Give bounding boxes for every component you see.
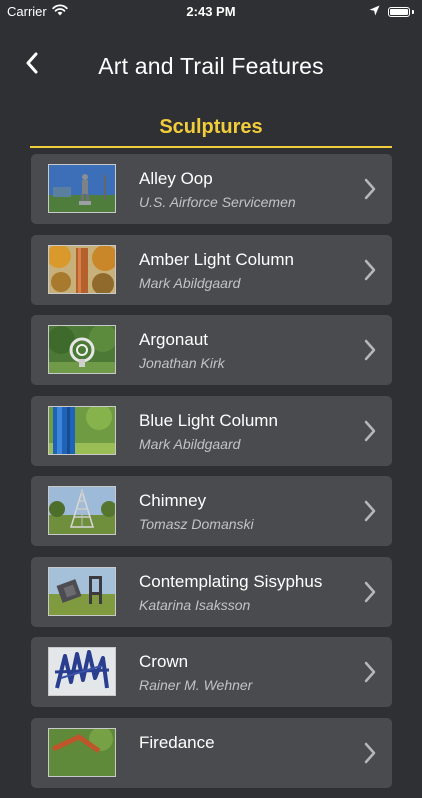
item-subtitle: Mark Abildgaard — [139, 274, 241, 291]
item-title: Contemplating Sisyphus — [139, 571, 323, 591]
list-item[interactable]: Alley Oop U.S. Airforce Servicemen — [31, 154, 392, 224]
list-item[interactable]: Amber Light Column Mark Abildgaard — [31, 234, 392, 305]
item-subtitle: Katarina Isaksson — [139, 596, 251, 613]
chevron-right-icon — [364, 178, 376, 200]
battery-tip — [412, 9, 414, 14]
list-item[interactable]: Chimney Tomasz Domanski — [31, 476, 392, 546]
page-title: Art and Trail Features — [98, 53, 324, 79]
status-right — [369, 4, 414, 19]
list-item[interactable]: Blue Light Column Mark Abildgaard — [31, 395, 392, 466]
sculpture-thumbnail — [48, 244, 116, 294]
chevron-right-icon — [364, 339, 376, 361]
sculpture-thumbnail — [48, 325, 116, 374]
list-item[interactable]: Firedance — [31, 717, 392, 788]
item-subtitle: Mark Abildgaard — [139, 435, 241, 452]
item-subtitle: Jonathan Kirk — [139, 355, 225, 371]
item-subtitle: Tomasz Domanski — [139, 516, 254, 532]
chevron-right-icon — [364, 581, 376, 602]
list-item[interactable]: Contemplating Sisyphus Katarina Isaksson — [31, 556, 392, 627]
chevron-right-icon — [364, 661, 376, 683]
item-title: Alley Oop — [139, 169, 213, 188]
nav-bar: Art and Trail Features — [0, 40, 422, 90]
item-title: Argonaut — [139, 330, 208, 349]
section-header: Sculptures — [30, 108, 392, 148]
item-subtitle: U.S. Airforce Servicemen — [139, 194, 296, 210]
item-title: Blue Light Column — [139, 410, 278, 430]
sculpture-thumbnail — [48, 405, 116, 455]
sculpture-thumbnail — [48, 486, 116, 535]
item-title: Crown — [139, 652, 189, 671]
sculpture-thumbnail — [48, 647, 116, 696]
battery-icon — [388, 6, 410, 17]
location-arrow-icon — [369, 4, 380, 19]
sculpture-list: Alley Oop U.S. Airforce Servicemen Amber… — [31, 154, 392, 798]
section-title: Sculptures — [159, 116, 263, 138]
status-bar: Carrier 2:43 PM — [0, 0, 422, 22]
battery-fill — [390, 8, 408, 15]
chevron-right-icon — [364, 259, 376, 280]
sculpture-thumbnail — [48, 164, 116, 213]
sculpture-thumbnail — [48, 566, 116, 616]
list-item[interactable]: Argonaut Jonathan Kirk — [31, 315, 392, 385]
chevron-right-icon — [364, 500, 376, 522]
item-title: Chimney — [139, 491, 207, 510]
item-subtitle: Rainer M. Wehner — [139, 677, 253, 693]
chevron-right-icon — [364, 420, 376, 441]
list-item[interactable]: Crown Rainer M. Wehner — [31, 637, 392, 707]
item-title: Amber Light Column — [139, 249, 294, 269]
status-time: 2:43 PM — [186, 4, 236, 19]
sculpture-thumbnail — [48, 727, 116, 777]
chevron-right-icon — [364, 742, 376, 763]
